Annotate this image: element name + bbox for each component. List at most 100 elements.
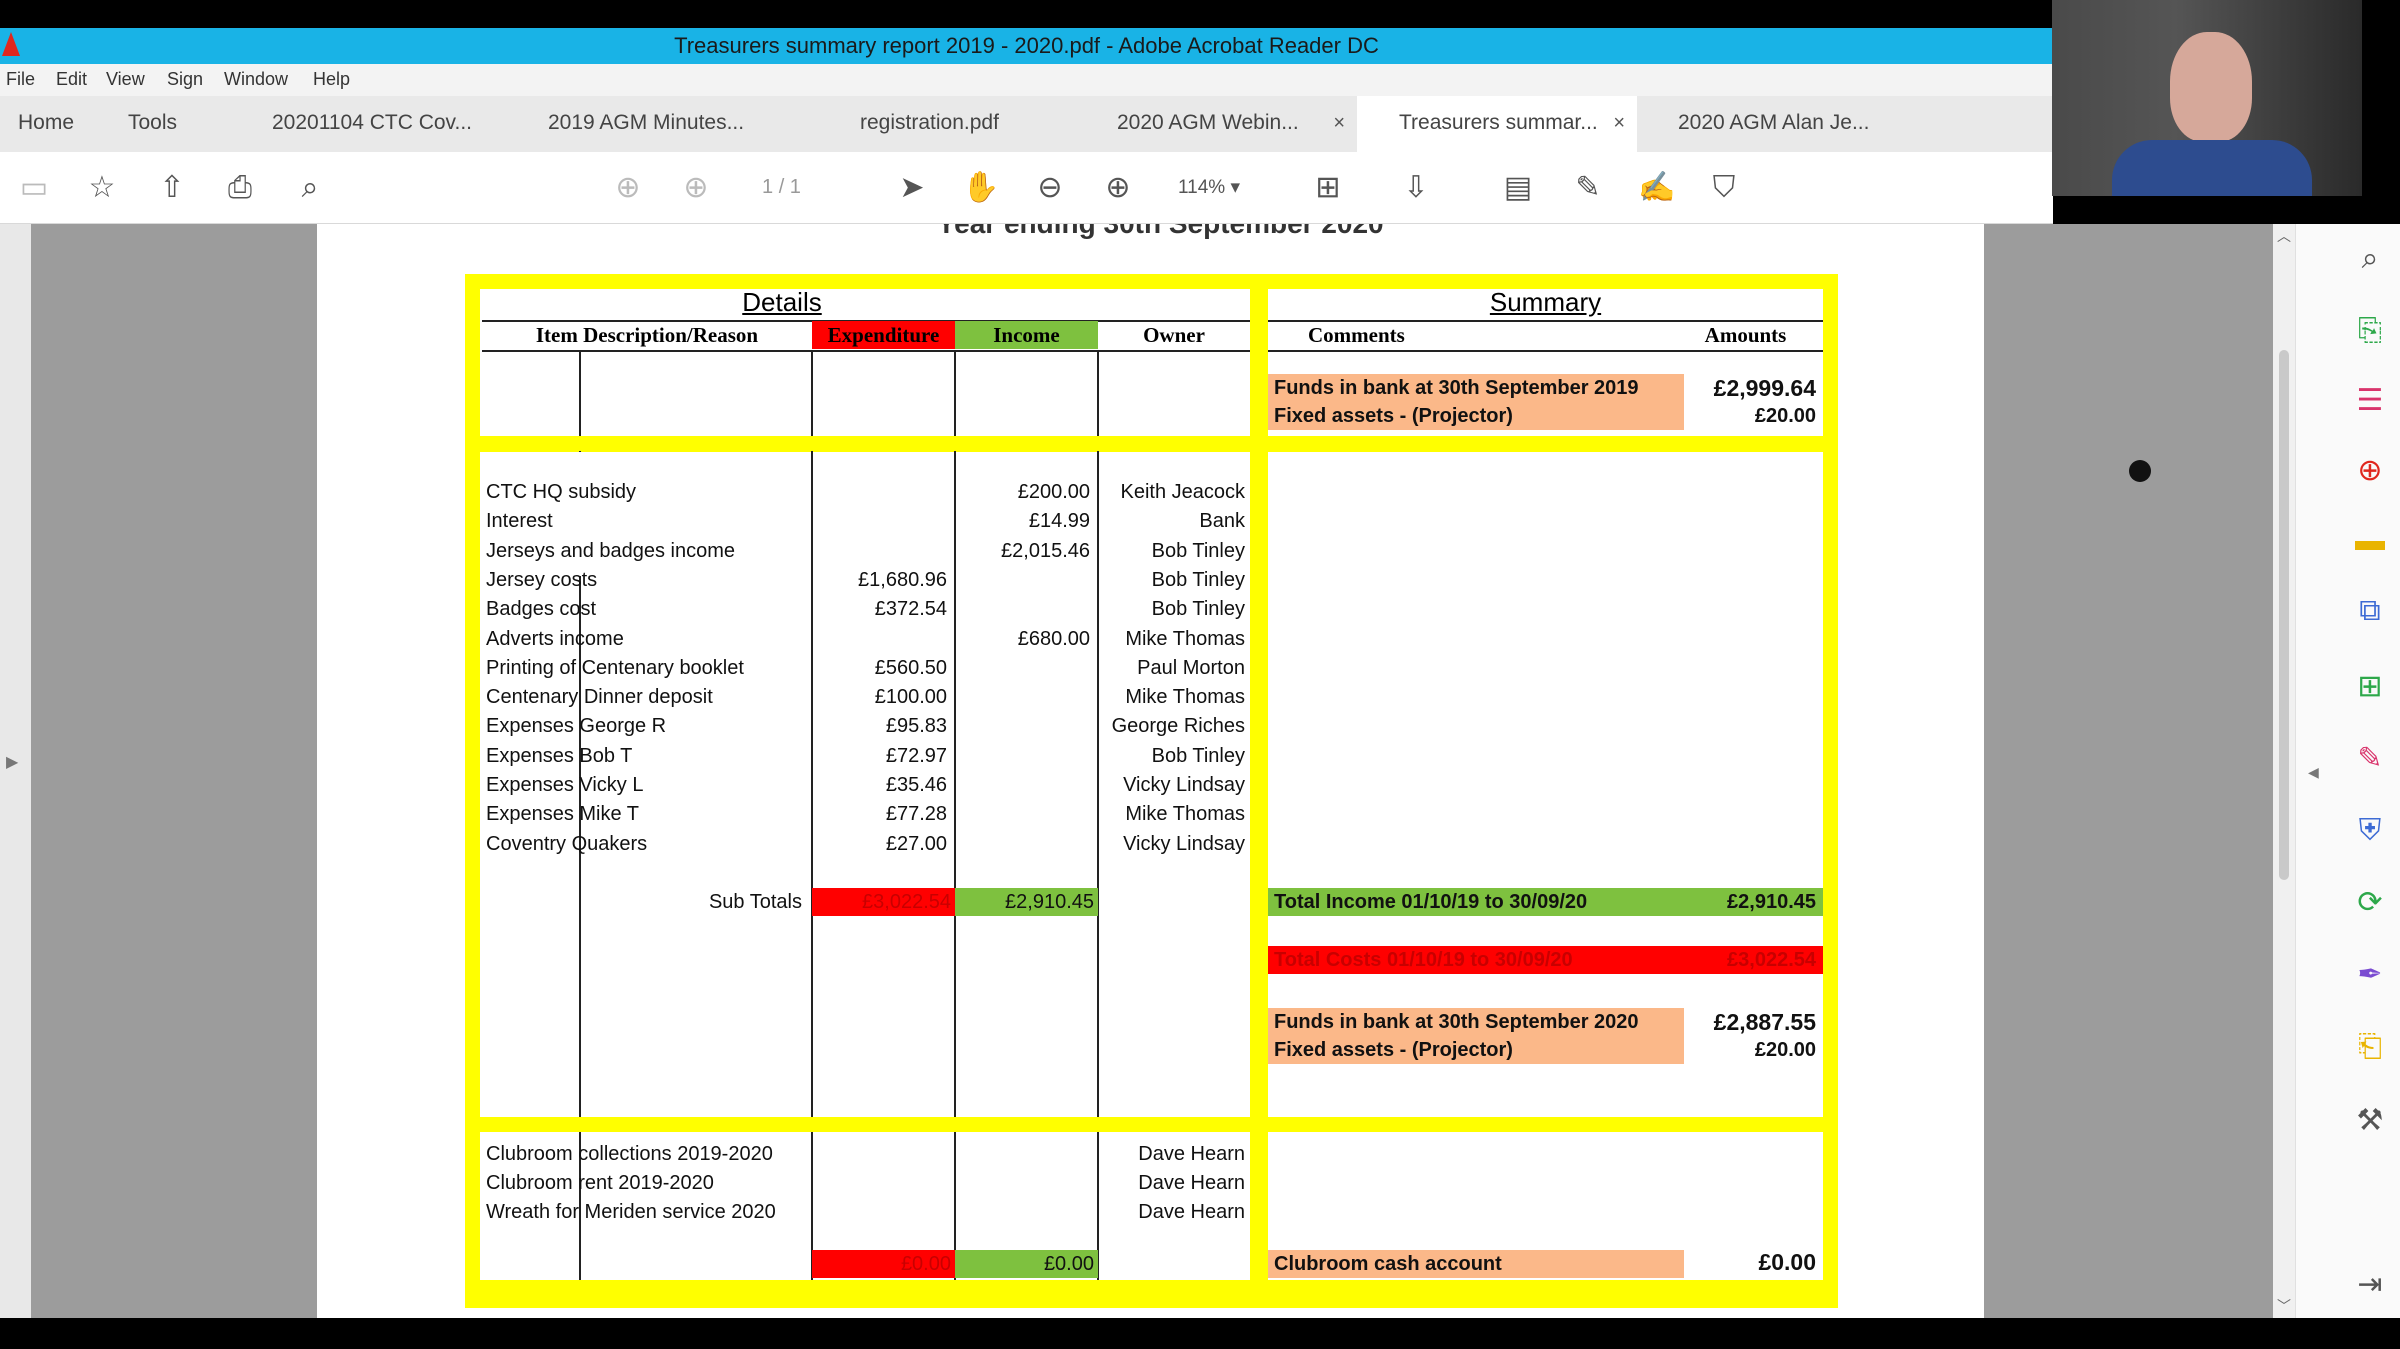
- next-page-icon[interactable]: ⊕: [678, 170, 714, 206]
- tab-document[interactable]: 2020 AGM Webin... ×: [1075, 96, 1357, 152]
- export-pdf-icon[interactable]: ⎘: [2353, 314, 2387, 348]
- sign-pen-icon[interactable]: ✒: [2353, 958, 2387, 992]
- combine-files-icon[interactable]: ⊞: [2353, 670, 2387, 704]
- tab-document[interactable]: 2020 AGM Alan Je...: [1678, 96, 1869, 152]
- page-total: / 1: [778, 176, 801, 198]
- stamp-icon[interactable]: ⛉: [1706, 170, 1742, 206]
- scroll-down-icon[interactable]: ﹀: [2277, 1296, 2291, 1316]
- clubroom-expenditure: £0.00: [812, 1250, 955, 1278]
- tab-document[interactable]: 20201104 CTC Cov...: [272, 96, 472, 152]
- row-owner: Bob Tinley: [1151, 540, 1245, 562]
- comment-icon[interactable]: ▬: [2353, 524, 2387, 558]
- close-tab-icon[interactable]: ×: [1613, 96, 1625, 150]
- send-for-review-icon[interactable]: ⟳: [2353, 886, 2387, 920]
- hand-tool-icon[interactable]: ✋: [962, 170, 999, 206]
- row-expenditure: £77.28: [885, 803, 947, 825]
- left-panel-rail[interactable]: ▶: [0, 224, 31, 1318]
- bottom-bar: [0, 1318, 2400, 1349]
- row-owner: Bob Tinley: [1151, 569, 1245, 591]
- highlight-pen-icon[interactable]: ✎: [1570, 170, 1606, 206]
- zoom-out-icon[interactable]: ⊖: [1032, 170, 1068, 206]
- zoom-in-icon[interactable]: ⊕: [1100, 170, 1136, 206]
- scroll-mode-icon[interactable]: ⇩: [1398, 170, 1434, 206]
- tab-document[interactable]: 2019 AGM Minutes...: [548, 96, 744, 152]
- create-pdf-icon[interactable]: ⊕: [2353, 454, 2387, 488]
- protect-shield-icon[interactable]: ⛨: [2353, 814, 2387, 848]
- share-file-icon[interactable]: ⎗: [2353, 1030, 2387, 1064]
- close-tab-icon[interactable]: ×: [1333, 96, 1345, 150]
- row-item: Expenses Mike T: [486, 803, 640, 825]
- menu-window[interactable]: Window: [224, 69, 288, 90]
- previous-page-icon[interactable]: ⊕: [610, 170, 646, 206]
- fixed-assets-label: Fixed assets - (Projector): [1268, 1036, 1684, 1064]
- clubroom-cash-value: £0.00: [1758, 1249, 1816, 1275]
- clubroom-income: £0.00: [955, 1250, 1098, 1278]
- opening-bank-value: £2,999.64: [1713, 375, 1816, 401]
- fill-sign-icon[interactable]: ✎: [2353, 742, 2387, 776]
- tab-document[interactable]: registration.pdf: [860, 96, 999, 152]
- tab-tools[interactable]: Tools: [128, 96, 177, 152]
- collapse-sidebar-icon[interactable]: ⇥: [2353, 1268, 2387, 1302]
- row-expenditure: £95.83: [885, 715, 947, 737]
- zoom-search-icon[interactable]: ⌕: [2353, 242, 2387, 276]
- clubroom-item: Wreath for Meriden service 2020: [486, 1201, 776, 1223]
- clubroom-owner: Dave Hearn: [1138, 1143, 1245, 1165]
- header-rule: [482, 350, 1250, 352]
- row-expenditure: £27.00: [885, 833, 947, 855]
- expand-left-panel-icon[interactable]: ▶: [6, 752, 18, 772]
- collapse-pane-icon[interactable]: ◀: [2308, 764, 2319, 781]
- zoom-search-icon[interactable]: ⌕: [292, 170, 328, 206]
- mouse-cursor: [2129, 460, 2151, 482]
- row-item: CTC HQ subsidy: [486, 481, 637, 503]
- comment-icon[interactable]: ▤: [1500, 170, 1536, 206]
- menu-view[interactable]: View: [106, 69, 145, 90]
- row-owner: Paul Morton: [1137, 657, 1245, 679]
- window-title-bar: Treasurers summary report 2019 - 2020.pd…: [0, 28, 2053, 64]
- menu-edit[interactable]: Edit: [56, 69, 87, 90]
- row-item: Centenary Dinner deposit: [486, 686, 713, 708]
- zoom-level-select[interactable]: 114% ▾: [1178, 176, 1240, 199]
- row-owner: Vicky Lindsay: [1123, 774, 1245, 796]
- row-owner: Bank: [1199, 510, 1245, 532]
- sign-icon[interactable]: ✍: [1638, 170, 1675, 206]
- row-item: Printing of Centenary booklet: [486, 657, 744, 679]
- scroll-up-icon[interactable]: ︿: [2277, 226, 2291, 246]
- menu-bar: File Edit View Sign Window Help: [0, 64, 2053, 96]
- row-expenditure: £35.46: [885, 774, 947, 796]
- tab-bar: Home Tools 20201104 CTC Cov... 2019 AGM …: [0, 96, 2053, 153]
- row-item: Jerseys and badges income: [486, 540, 736, 562]
- clubroom-item: Clubroom collections 2019-2020: [486, 1143, 773, 1165]
- select-cursor-icon[interactable]: ➤: [894, 170, 930, 206]
- page-number[interactable]: 1 / 1: [762, 176, 801, 199]
- tab-label: Treasurers summar...: [1399, 111, 1598, 134]
- zoom-value: 114%: [1178, 177, 1226, 198]
- col-comments-header: Comments: [1308, 323, 1405, 347]
- bookmark-star-icon[interactable]: ☆: [84, 170, 120, 206]
- section-divider: [1250, 1117, 1268, 1295]
- clubroom-item: Clubroom rent 2019-2020: [486, 1172, 714, 1194]
- organize-pages-icon[interactable]: ☰: [2353, 384, 2387, 418]
- row-income: £14.99: [1028, 510, 1090, 532]
- upload-cloud-icon[interactable]: ⇧: [154, 170, 190, 206]
- page-current[interactable]: 1: [762, 176, 773, 198]
- fit-page-icon[interactable]: ⊞: [1310, 170, 1346, 206]
- section-divider: [1250, 274, 1268, 452]
- menu-help[interactable]: Help: [313, 69, 350, 90]
- edit-pdf-icon[interactable]: ⧉: [2353, 594, 2387, 628]
- more-tools-wrench-icon[interactable]: ⚒: [2353, 1104, 2387, 1138]
- save-icon[interactable]: ▭: [16, 170, 52, 206]
- opening-bank-label: Funds in bank at 30th September 2019: [1268, 374, 1684, 402]
- menu-sign[interactable]: Sign: [167, 69, 203, 90]
- menu-file[interactable]: File: [6, 69, 35, 90]
- row-item: Expenses Bob T: [486, 745, 633, 767]
- tab-document-active[interactable]: Treasurers summar... ×: [1357, 96, 1637, 152]
- subtotals-label: Sub Totals: [708, 891, 802, 913]
- tab-home[interactable]: Home: [18, 96, 74, 152]
- col-amounts-header: Amounts: [1704, 323, 1787, 347]
- header-rule: [1268, 350, 1823, 352]
- fixed-assets-label: Fixed assets - (Projector): [1268, 402, 1684, 430]
- row-item: Coventry Quakers: [486, 833, 648, 855]
- row-owner: Mike Thomas: [1125, 628, 1245, 650]
- scrollbar-thumb[interactable]: [2279, 350, 2289, 880]
- print-icon[interactable]: ⎙: [222, 170, 258, 206]
